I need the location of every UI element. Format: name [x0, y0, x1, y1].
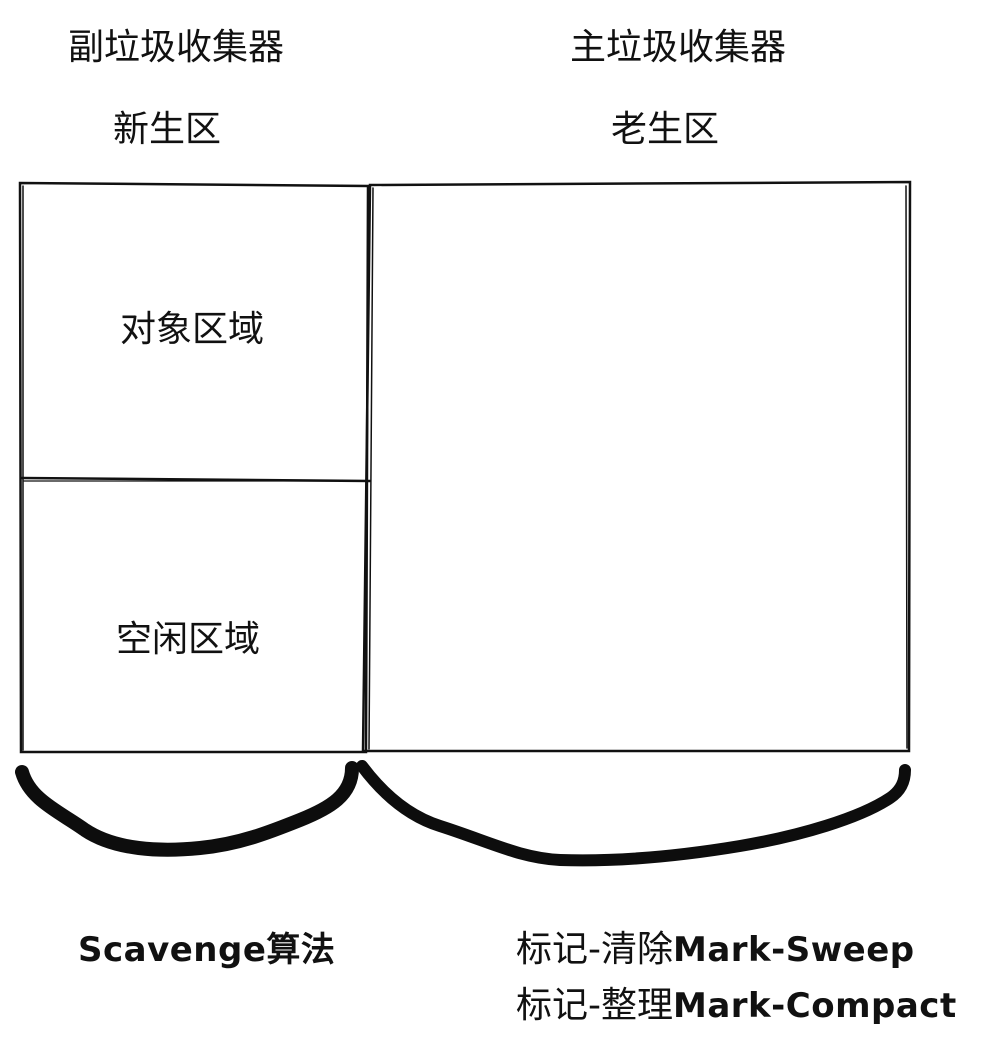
free-area-label: 空闲区域 [116, 619, 261, 660]
mark-sweep-label: 标记-清除Mark-Sweep [516, 932, 915, 968]
gc-diagram [15, 180, 912, 867]
young-gen-box [18, 181, 372, 754]
young-gen-label: 新生区 [113, 109, 222, 150]
old-gen-brace [356, 760, 911, 867]
young-gen-brace [15, 761, 359, 857]
scavenge-label: Scavenge算法 [78, 932, 335, 968]
mark-sweep-name: Mark-Sweep [673, 930, 915, 970]
mark-compact-prefix: 标记-整理 [516, 985, 673, 1026]
scavenge-text: Scavenge算法 [78, 930, 336, 970]
mark-compact-label: 标记-整理Mark-Compact [516, 988, 957, 1024]
mark-compact-name: Mark-Compact [673, 986, 957, 1026]
old-gen-box [361, 180, 912, 753]
mark-sweep-prefix: 标记-清除 [516, 929, 673, 970]
old-gen-label: 老生区 [611, 109, 720, 150]
object-area-label: 对象区域 [120, 309, 265, 350]
major-gc-label: 主垃圾收集器 [570, 27, 787, 68]
minor-gc-label: 副垃圾收集器 [68, 27, 285, 68]
